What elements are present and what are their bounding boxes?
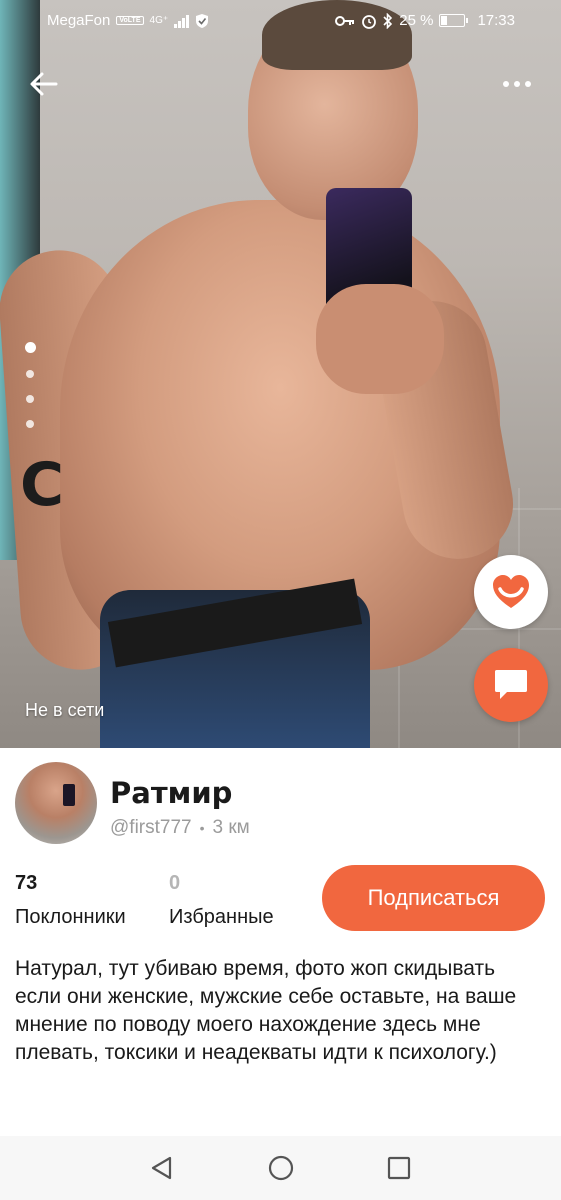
fans-count: 73 [15,872,38,894]
heart-smile-icon [493,575,529,608]
chat-button[interactable] [474,648,548,722]
nav-recents-button[interactable] [377,1146,421,1190]
system-nav-bar [0,1136,561,1200]
profile-photo[interactable]: C [0,0,561,748]
like-button[interactable] [474,555,548,629]
back-button[interactable] [26,66,62,102]
avatar-phone [63,784,75,806]
more-dot [525,81,531,87]
more-options-button[interactable] [497,72,537,96]
arrow-left-icon [30,72,58,96]
profile-subtitle: @first777 • 3 км [110,817,250,839]
pager-dot[interactable] [26,370,34,378]
chat-bubble-icon [495,670,527,699]
favorites-count: 0 [169,872,181,894]
square-recents-icon [387,1156,411,1180]
pager-dot[interactable] [26,420,34,428]
nav-home-button[interactable] [259,1146,303,1190]
network-type: 4G⁺ [149,15,169,26]
signal-icon [174,14,190,28]
profile-name: Ратмир [110,776,233,810]
clock: 17:33 [477,12,515,29]
status-bar: MegaFon VoLTE 4G⁺ 25 % 17:33 [0,0,561,44]
subscribe-button[interactable]: Подписаться [322,865,545,931]
alarm-icon [362,14,377,29]
bluetooth-icon [383,12,393,29]
pager-dot[interactable] [26,395,34,403]
fans-label: Поклонники [15,906,126,928]
profile-username: @first777 [110,817,192,838]
circle-home-icon [268,1155,293,1181]
nav-back-button[interactable] [140,1146,184,1190]
triangle-back-icon [151,1156,172,1180]
photo-pager[interactable] [24,342,36,428]
shield-icon [196,13,209,28]
profile-bio: Натурал, тут убиваю время, фото жоп скид… [15,957,517,1064]
more-dot [514,81,520,87]
photo-tattoo: C [20,450,65,520]
carrier-name: MegaFon [47,12,111,29]
profile-distance: 3 км [212,817,250,838]
fans-stat[interactable]: 73 Поклонники [15,872,126,929]
favorites-label: Избранные [169,906,274,928]
avatar[interactable] [15,762,97,844]
volte-badge: VoLTE [116,16,144,25]
key-icon [335,15,355,26]
photo-hand [316,284,444,394]
more-horizontal-icon [503,81,509,87]
battery-percent: 25 % [399,12,434,29]
online-status: Не в сети [25,700,105,720]
pager-dot[interactable] [24,342,36,353]
favorites-stat[interactable]: 0 Избранные [169,872,274,929]
battery-icon [439,14,469,27]
subtitle-separator: • [199,820,205,836]
